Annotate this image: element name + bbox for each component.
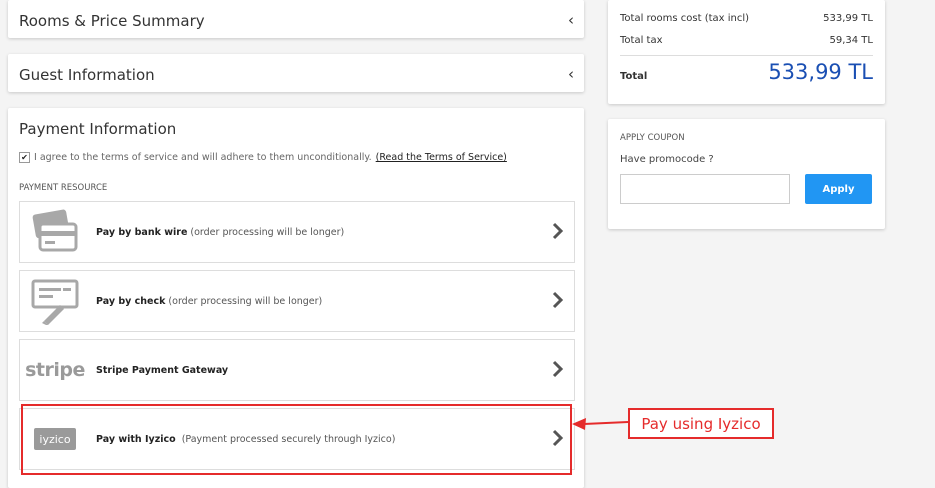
payment-option-check[interactable]: Pay by check (order processing will be l… [19,270,575,332]
promocode-input[interactable] [620,174,790,204]
total-label: Total [620,71,648,82]
coupon-heading: APPLY COUPON [620,133,685,143]
rooms-cost-value: 533,99 TL [823,13,873,24]
guest-information-title: Guest Information [19,66,155,84]
rooms-price-summary-accordion[interactable]: Rooms & Price Summary ‹ [8,0,584,38]
guest-information-accordion[interactable]: Guest Information ‹ [8,54,584,92]
payment-option-name: Pay by bank wire [96,226,188,238]
apply-coupon-button[interactable]: Apply [805,174,872,204]
payment-option-note: (order processing will be longer) [190,226,345,238]
terms-agreement: ✔ I agree to the terms of service and wi… [19,152,507,163]
stripe-logo: stripe [25,359,85,381]
iyzico-highlight-box [21,404,572,475]
summary-divider [620,55,873,56]
chevron-right-icon [552,360,564,378]
payment-option-name: Stripe Payment Gateway [96,364,229,376]
tax-value: 59,34 TL [829,35,874,46]
coupon-card: APPLY COUPON Have promocode ? Apply [608,119,885,229]
terms-link[interactable]: (Read the Terms of Service) [376,152,507,163]
promocode-label: Have promocode ? [620,154,714,165]
payment-option-name: Pay by check [96,295,166,307]
price-summary-card: Total rooms cost (tax incl) 533,99 TL To… [608,0,885,104]
chevron-right-icon [552,222,564,240]
check-icon [30,277,80,325]
annotation-arrow-icon [572,418,629,430]
chevron-left-icon[interactable]: ‹ [568,11,574,29]
annotation-callout: Pay using Iyzico [628,408,774,439]
rooms-price-summary-title: Rooms & Price Summary [19,12,205,30]
chevron-right-icon [552,291,564,309]
tax-label: Total tax [620,35,663,46]
payment-option-note: (order processing will be longer) [168,295,323,307]
bank-card-icon [30,208,80,256]
chevron-left-icon[interactable]: ‹ [568,65,574,83]
tax-row: Total tax 59,34 TL [620,35,873,46]
payment-option-stripe[interactable]: stripe Stripe Payment Gateway [19,339,575,401]
payment-option-bank-wire[interactable]: Pay by bank wire (order processing will … [19,201,575,263]
payment-resource-label: PAYMENT RESOURCE [19,183,108,193]
terms-checkbox[interactable]: ✔ [19,152,30,163]
terms-text: I agree to the terms of service and will… [34,152,372,163]
rooms-cost-row: Total rooms cost (tax incl) 533,99 TL [620,13,873,24]
payment-information-title: Payment Information [19,120,177,138]
rooms-cost-label: Total rooms cost (tax incl) [620,13,750,24]
total-value: 533,99 TL [768,60,873,84]
